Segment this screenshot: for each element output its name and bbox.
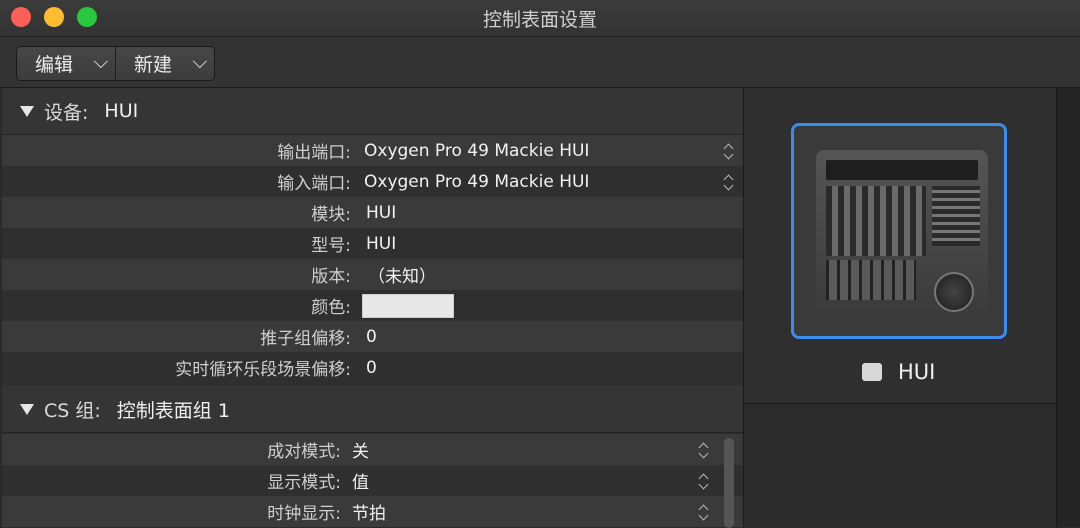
fader-bank-offset-label: 推子组偏移:	[260, 329, 351, 349]
control-surface-image	[816, 150, 988, 318]
device-section-label: 设备:	[44, 101, 89, 124]
disclosure-triangle-icon[interactable]	[20, 105, 34, 117]
window-title: 控制表面设置	[482, 9, 597, 31]
module-row: 模块: HUI	[2, 197, 743, 228]
right-edge-panel	[1056, 88, 1080, 527]
cs-group-section-value: 控制表面组 1	[116, 399, 230, 422]
input-port-row[interactable]: 输入端口: Oxygen Pro 49 Mackie HUI	[2, 166, 743, 197]
cs-group-section-header[interactable]: CS 组: 控制表面组 1	[2, 386, 743, 433]
module-value: HUI	[366, 202, 397, 223]
clock-display-value[interactable]: 节拍	[352, 499, 386, 524]
device-section-value: HUI	[104, 100, 139, 122]
color-label: 颜色:	[311, 298, 351, 318]
input-port-label: 输入端口:	[277, 174, 351, 194]
selected-device-tile[interactable]	[791, 123, 1007, 339]
new-menu-button[interactable]: 新建	[115, 47, 214, 80]
display-mode-label: 显示模式:	[267, 473, 341, 493]
device-preview-pane: HUI	[744, 88, 1056, 528]
device-checkbox[interactable]	[862, 363, 882, 381]
input-port-value[interactable]: Oxygen Pro 49 Mackie HUI	[364, 172, 589, 192]
inspector-pane: 设备: HUI 输出端口: Oxygen Pro 49 Mackie HUI 输…	[2, 88, 743, 528]
toolbar-menu-group: 编辑 新建	[16, 46, 216, 81]
clock-display-row[interactable]: 时钟显示: 节拍	[2, 496, 743, 527]
display-mode-row[interactable]: 显示模式: 值	[2, 465, 743, 496]
device-section-header[interactable]: 设备: HUI	[2, 88, 743, 135]
hw-button-grid	[826, 186, 926, 256]
display-mode-value[interactable]: 值	[352, 468, 369, 493]
model-row: 型号: HUI	[2, 228, 743, 259]
chevron-down-icon	[93, 53, 108, 68]
device-preview-lower-area	[744, 403, 1056, 528]
fader-bank-offset-value[interactable]: 0	[366, 327, 377, 347]
updown-stepper-icon[interactable]	[724, 173, 734, 191]
clock-display-label: 时钟显示:	[267, 504, 341, 524]
live-loop-offset-value[interactable]: 0	[366, 358, 377, 378]
pair-mode-row[interactable]: 成对模式: 关	[2, 434, 743, 465]
toolbar: 编辑 新建	[0, 37, 1080, 88]
output-port-row[interactable]: 输出端口: Oxygen Pro 49 Mackie HUI	[2, 135, 743, 166]
jog-wheel-icon	[934, 272, 974, 312]
title-bar: 控制表面设置	[0, 0, 1080, 37]
version-value: （未知）	[368, 267, 436, 287]
color-swatch[interactable]	[362, 294, 454, 318]
chevron-down-icon	[192, 53, 207, 68]
hw-faders	[826, 260, 916, 300]
hw-knobs	[932, 186, 980, 246]
live-loop-offset-label: 实时循环乐段场景偏移:	[175, 360, 351, 380]
inspector-scrollbar[interactable]	[724, 438, 734, 528]
output-port-label: 输出端口:	[277, 143, 351, 163]
output-port-value[interactable]: Oxygen Pro 49 Mackie HUI	[364, 141, 589, 161]
model-label: 型号:	[311, 236, 351, 256]
updown-stepper-icon[interactable]	[699, 503, 709, 521]
color-row[interactable]: 颜色:	[2, 290, 743, 321]
disclosure-triangle-icon[interactable]	[20, 403, 34, 415]
live-loop-offset-row[interactable]: 实时循环乐段场景偏移: 0	[2, 352, 743, 383]
device-name-text: HUI	[898, 360, 936, 384]
model-value: HUI	[366, 233, 397, 254]
updown-stepper-icon[interactable]	[724, 142, 734, 160]
version-label: 版本:	[311, 267, 351, 287]
module-label: 模块:	[311, 205, 351, 225]
pair-mode-label: 成对模式:	[267, 442, 341, 462]
fader-bank-offset-row[interactable]: 推子组偏移: 0	[2, 321, 743, 352]
cs-group-section-label: CS 组:	[44, 399, 101, 422]
edit-menu-label: 编辑	[35, 54, 74, 76]
updown-stepper-icon[interactable]	[699, 472, 709, 490]
hw-display	[826, 160, 978, 180]
pair-mode-value[interactable]: 关	[352, 437, 369, 462]
new-menu-label: 新建	[134, 54, 173, 76]
version-row: 版本: （未知）	[2, 259, 743, 290]
updown-stepper-icon[interactable]	[699, 441, 709, 459]
device-name-label[interactable]: HUI	[862, 360, 935, 384]
edit-menu-button[interactable]: 编辑	[17, 47, 115, 80]
